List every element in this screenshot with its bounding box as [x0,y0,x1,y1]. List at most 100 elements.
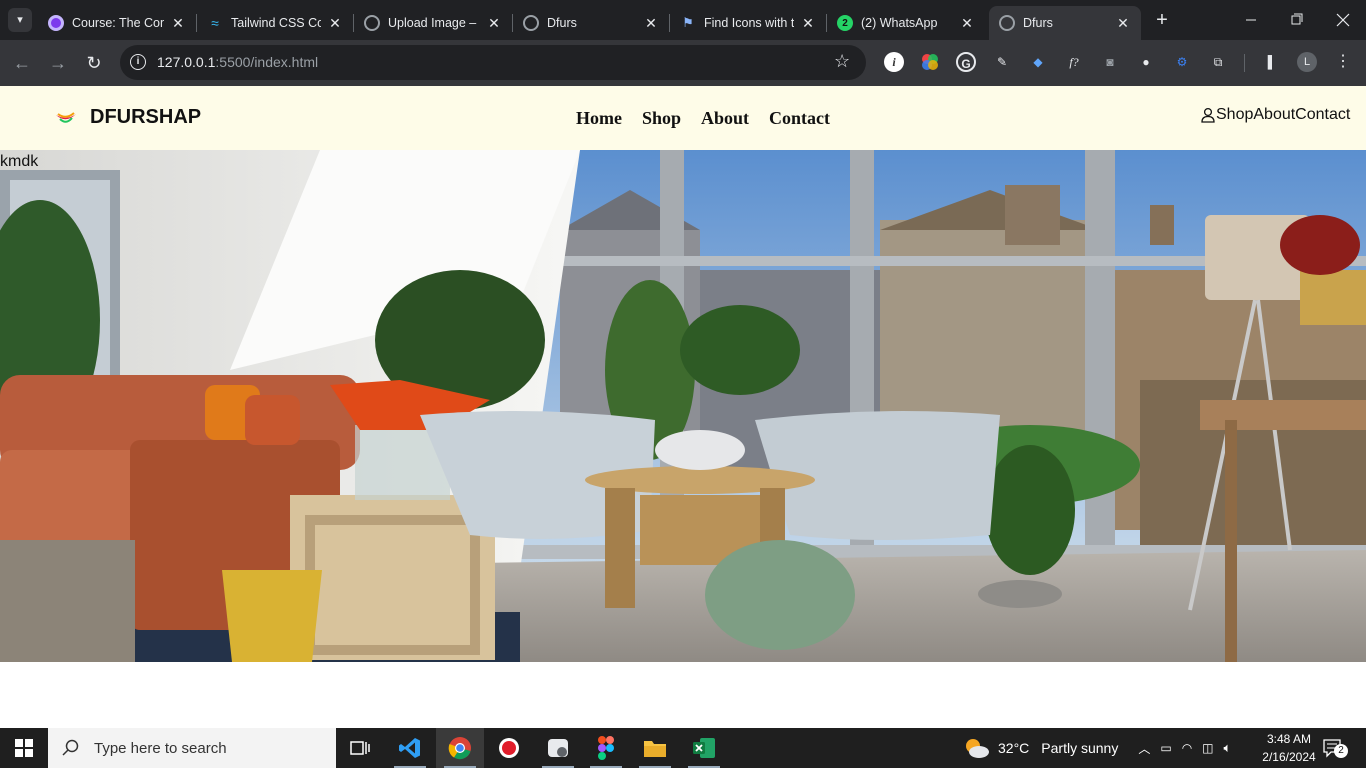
tab-title: Dfurs [1023,16,1053,30]
tab-title: Upload Image – [388,16,477,30]
url-path: :5500/index.html [215,54,319,70]
grammarly-extension-icon[interactable]: G [956,52,976,72]
taskbar-excel[interactable] [680,728,728,768]
pen-extension-icon[interactable]: ✎ [992,52,1012,72]
site-info-icon[interactable]: i [130,54,146,70]
stray-text: kmdk [0,153,39,170]
back-button[interactable]: ← [10,51,34,75]
purple-circle-icon [48,15,64,31]
notification-badge: 2 [1334,744,1348,758]
close-icon[interactable]: ✕ [486,15,502,32]
url-host: 127.0.0.1 [157,54,216,70]
close-icon[interactable]: ✕ [959,15,975,32]
close-icon[interactable]: ✕ [1115,15,1131,32]
task-view-icon [350,741,370,755]
diamond-extension-icon[interactable]: ◆ [1028,52,1048,72]
browser-tab[interactable]: Upload Image – ✕ [354,6,512,40]
globe-icon [999,15,1015,31]
task-view-button[interactable] [336,728,384,768]
window-close-button[interactable] [1328,10,1358,30]
ball-extension-icon[interactable]: ● [1136,52,1156,72]
wifi-icon[interactable]: ◠ [1182,741,1192,755]
sidepanel-icon[interactable]: ▌ [1262,52,1282,72]
browser-tab[interactable]: ≈ Tailwind CSS Co ✕ [197,6,353,40]
clock-date: 2/16/2024 [1262,750,1316,764]
browser-tab-active[interactable]: Dfurs ✕ [989,6,1141,40]
taskbar-clock[interactable]: 3:48 AM 2/16/2024 [1254,730,1324,766]
browser-tab[interactable]: 2 (2) WhatsApp ✕ [827,6,985,40]
partly-sunny-icon[interactable] [962,736,990,760]
restore-button[interactable] [1282,10,1312,30]
minimize-button[interactable] [1236,10,1266,30]
globe-icon [364,15,380,31]
forward-button[interactable]: → [46,51,70,75]
taskbar-figma[interactable] [582,728,630,768]
tab-title: Tailwind CSS Co [231,16,321,30]
volume-icon[interactable]: 🔈︎ [1224,740,1232,756]
main-menu: Home Shop About Contact [576,108,830,129]
weather-temperature[interactable]: 32°C [998,740,1029,756]
new-tab-button[interactable]: + [1150,8,1174,32]
tab-search-button[interactable]: ▾ [8,8,32,32]
minimize-icon [1246,19,1256,21]
tab-title: Dfurs [547,16,577,30]
chevron-up-icon[interactable]: ︿ [1138,740,1150,757]
camera-extension-icon[interactable]: ◙ [1100,52,1120,72]
info-extension-icon[interactable]: i [884,52,904,72]
browser-tab[interactable]: Dfurs ✕ [513,6,669,40]
nav-home-link[interactable]: Home [576,108,622,129]
globe-icon [523,15,539,31]
user-icon[interactable] [1200,107,1216,123]
profile-avatar[interactable]: L [1297,52,1317,72]
notification-center-button[interactable]: 2 [1322,738,1348,758]
network-icon[interactable]: ◫ [1202,741,1213,755]
puzzle-extensions-icon[interactable]: ⧉ [1208,52,1228,72]
site-navbar: DFURSHAP Home Shop About Contact ShopAbo… [0,86,1366,150]
close-icon[interactable]: ✕ [800,15,816,32]
function-extension-icon[interactable]: f? [1064,52,1084,72]
start-button[interactable] [0,728,48,768]
more-menu-icon[interactable]: ⋮ [1333,52,1353,72]
browser-tab[interactable]: ⚑ Find Icons with t ✕ [670,6,826,40]
close-icon[interactable]: ✕ [170,15,186,32]
close-icon[interactable]: ✕ [327,15,343,32]
taskbar-chrome[interactable] [436,728,484,768]
nav-about-link[interactable]: About [701,108,749,129]
restore-icon [1291,13,1303,25]
nav-contact-link[interactable]: Contact [769,108,830,129]
taskbar-search-box[interactable]: Type here to search [48,728,336,768]
url-text: 127.0.0.1:5500/index.html [157,54,318,70]
reload-button[interactable]: ↻ [82,51,106,75]
right-nav: ShopAboutContact [1200,106,1350,124]
close-icon[interactable]: ✕ [643,15,659,32]
living-room-illustration [0,150,1366,662]
tab-title: Find Icons with t [704,16,794,30]
nav-shop-link[interactable]: Shop [642,108,681,129]
battery-icon[interactable]: ▭ [1160,741,1171,755]
clock-time: 3:48 AM [1266,732,1312,746]
tailwind-icon: ≈ [211,15,219,31]
gear-extension-icon[interactable]: ⚙ [1172,52,1192,72]
webpage-viewport: DFURSHAP Home Shop About Contact ShopAbo… [0,86,1366,728]
windows-taskbar: Type here to search 32°C Partly sunny ︿ … [0,728,1366,768]
brand-name[interactable]: DFURSHAP [90,106,201,129]
right-nav-links[interactable]: ShopAboutContact [1216,106,1350,124]
arrow-right-icon: → [49,53,67,73]
search-icon [62,739,79,756]
arrow-left-icon: ← [13,53,31,73]
browser-tab[interactable]: Course: The Com ✕ [38,6,196,40]
address-bar[interactable]: i 127.0.0.1:5500/index.html ☆ [120,45,866,80]
weather-description[interactable]: Partly sunny [1041,740,1118,756]
taskbar-vscode[interactable] [386,728,434,768]
taskbar-snip-tool[interactable] [534,728,582,768]
toolbar-divider [1244,54,1245,72]
hero-image [0,150,1366,662]
chrome-icon [448,737,471,760]
system-tray: 32°C Partly sunny ︿ ▭ ◠ ◫ 🔈︎ [962,728,1231,768]
taskbar-recorder[interactable] [485,728,533,768]
flag-icon: ⚑ [682,15,694,30]
taskbar-file-explorer[interactable] [631,728,679,768]
windows-logo-icon [15,739,33,757]
bookmark-star-icon[interactable]: ☆ [834,51,850,72]
color-picker-extension-icon[interactable] [920,52,940,72]
